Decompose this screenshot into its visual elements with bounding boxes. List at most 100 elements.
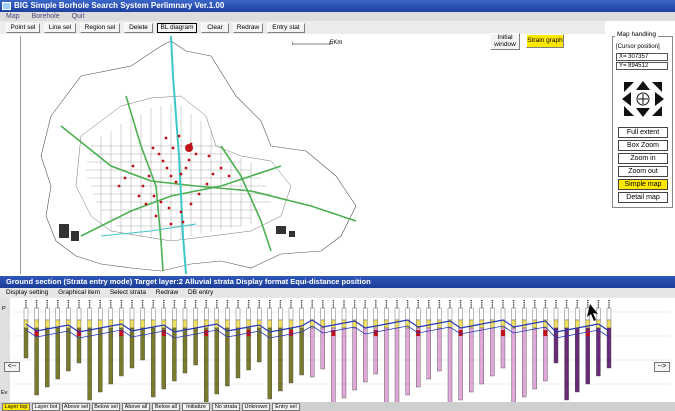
stratum-yellow <box>172 319 177 329</box>
borehole-top-segment <box>416 307 421 321</box>
axis-label-top: P <box>2 306 6 312</box>
layer-top-tab[interactable]: Layer top <box>2 403 30 411</box>
borehole-top-segment <box>596 307 601 321</box>
borehole-column <box>320 327 325 370</box>
menu-db-entry[interactable]: DB entry <box>188 289 213 296</box>
below-sel-tab[interactable]: Below sel <box>92 403 120 411</box>
borehole-column <box>479 327 484 385</box>
no-strata-tab[interactable]: No strata <box>212 403 240 411</box>
borehole-top-segment <box>373 307 378 321</box>
menu-redraw[interactable]: Redraw <box>156 289 178 296</box>
borehole-top-segment <box>140 307 145 321</box>
stratum-yellow <box>66 319 71 329</box>
main-roads <box>60 95 357 272</box>
main-window: BIG Simple Borhole Search System Perlimn… <box>0 0 675 276</box>
menu-display-setting[interactable]: Display setting <box>6 289 48 296</box>
borehole-top-segment <box>278 307 283 321</box>
stratum-red <box>585 330 590 336</box>
borehole-top-segment <box>479 307 484 321</box>
borehole-column <box>203 327 209 403</box>
stratum-yellow <box>426 319 431 329</box>
borehole-top-segment <box>500 307 506 321</box>
borehole-column <box>532 327 537 390</box>
borehole-column <box>331 327 336 407</box>
point-sel-button[interactable]: Point sel <box>6 23 40 33</box>
menu-bar: Map Borehole Quit <box>0 12 675 21</box>
borehole-top-segment <box>384 307 389 321</box>
borehole-top-segment <box>97 307 103 321</box>
zoom-in-button[interactable]: Zoom in <box>618 153 668 164</box>
clear-button[interactable]: Clear <box>201 23 229 33</box>
borehole-column <box>405 327 410 396</box>
delete-button[interactable]: Delete <box>124 23 153 33</box>
section-canvas[interactable] <box>0 298 675 411</box>
simple-map-button[interactable]: Simple map <box>618 179 668 190</box>
stratum-yellow <box>257 319 262 329</box>
layer-bot-tab[interactable]: Layer bot <box>32 403 60 411</box>
x-coordinate-field: X= 307357 <box>616 53 668 61</box>
scale-label: 5Km <box>330 40 343 46</box>
scroll-right-button[interactable]: --> <box>654 362 670 372</box>
stratum-yellow <box>34 319 39 329</box>
borehole-top-segment <box>257 307 262 321</box>
borehole-top-segment <box>299 307 304 321</box>
pan-navigator[interactable] <box>620 80 666 118</box>
bl-diagram-button[interactable]: BL diagram <box>157 23 197 33</box>
menu-select-strata[interactable]: Select strata <box>110 289 146 296</box>
stratum-red <box>289 330 293 336</box>
borehole-top-segment <box>108 307 114 321</box>
y-coordinate-field: Y= 894512 <box>616 62 668 70</box>
stratum-yellow <box>278 319 283 329</box>
menu-map[interactable]: Map <box>6 13 20 20</box>
region-boundary <box>40 40 357 272</box>
menu-quit[interactable]: Quit <box>72 13 85 20</box>
title-bar: BIG Simple Borhole Search System Perlimn… <box>0 0 675 12</box>
region-sel-button[interactable]: Region sel <box>80 23 120 33</box>
stratum-yellow <box>553 319 559 329</box>
borehole-top-segment <box>532 307 537 321</box>
line-sel-button[interactable]: Line sel <box>44 23 76 33</box>
borehole-top-segment <box>490 307 495 321</box>
below-all-tab[interactable]: Below all <box>152 403 180 411</box>
initialize-tab[interactable]: Initialize <box>182 403 210 411</box>
zoom-out-button[interactable]: Zoom out <box>618 166 668 177</box>
borehole-top-segment <box>564 307 569 321</box>
borehole-column <box>257 327 262 363</box>
borehole-top-segment <box>66 307 71 321</box>
unknown-tab[interactable]: Unknown <box>242 403 270 411</box>
detail-map-button[interactable]: Detail map <box>618 192 668 203</box>
stratum-yellow <box>45 319 50 329</box>
initial-window-button[interactable]: Initial window <box>490 33 520 50</box>
map-canvas[interactable] <box>20 35 365 275</box>
above-sel-tab[interactable]: Above sel <box>62 403 90 411</box>
borehole-top-segment <box>575 307 580 321</box>
full-extent-button[interactable]: Full extent <box>618 127 668 138</box>
box-zoom-button[interactable]: Box Zoom <box>618 140 668 151</box>
borehole-top-segment <box>522 307 527 321</box>
stratum-red <box>543 330 548 336</box>
borehole-column <box>108 327 114 385</box>
borehole-column <box>45 327 50 388</box>
redraw-button[interactable]: Redraw <box>233 23 263 33</box>
borehole-column <box>55 327 60 380</box>
borehole-points[interactable] <box>117 134 231 226</box>
borehole-top-segment <box>288 307 294 321</box>
scroll-left-button[interactable]: <-- <box>4 362 20 372</box>
borehole-top-segment <box>352 307 357 321</box>
menu-borehole[interactable]: Borehole <box>32 13 60 20</box>
selected-borehole[interactable] <box>185 144 193 152</box>
strata-tab-bar: Layer top Layer bot Above sel Below sel … <box>0 402 675 411</box>
menu-graphical-item[interactable]: Graphical item <box>58 289 100 296</box>
borehole-column <box>341 327 347 399</box>
entry-sel-tab[interactable]: Entry sel <box>272 403 300 411</box>
borehole-top-segment <box>55 307 60 321</box>
strain-graph-button[interactable]: Strain graph <box>526 34 564 48</box>
borehole-top-segment <box>426 307 431 321</box>
borehole-top-segment <box>447 307 453 321</box>
stratum-yellow <box>140 319 145 329</box>
entry-stat-button[interactable]: Entry stat <box>267 23 305 33</box>
borehole-top-segment <box>172 307 177 321</box>
borehole-column <box>447 327 453 409</box>
above-all-tab[interactable]: Above all <box>122 403 150 411</box>
stratum-yellow <box>522 319 527 329</box>
